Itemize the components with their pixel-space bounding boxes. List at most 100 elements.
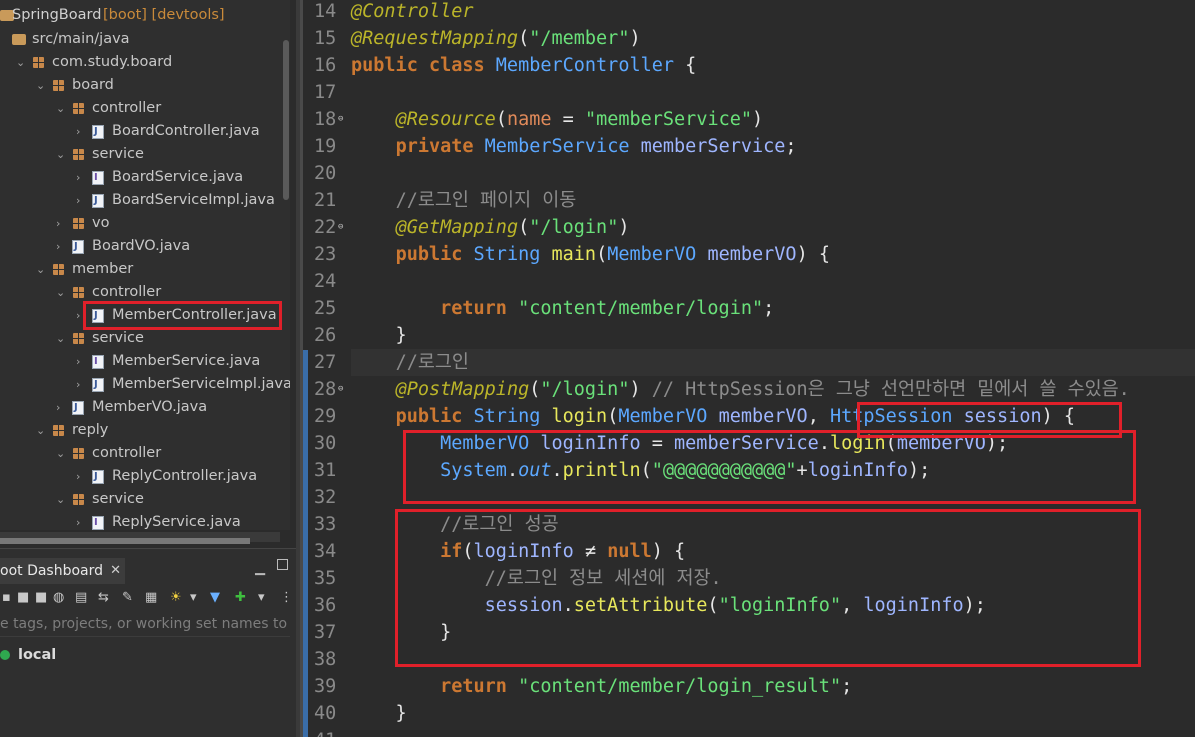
chevron-right-icon[interactable]: › bbox=[76, 465, 88, 488]
code-token: memberVO bbox=[718, 406, 808, 427]
annotation-box-login-call bbox=[403, 430, 1136, 504]
tree-item-label: controller bbox=[92, 445, 162, 461]
fold-toggle-icon[interactable]: ⊖ bbox=[338, 214, 343, 241]
chevron-down-icon[interactable]: ⌄ bbox=[56, 327, 68, 350]
line-number: 33 bbox=[314, 514, 337, 535]
lightbulb-icon[interactable]: ☀ bbox=[170, 590, 182, 606]
change-marker-stripe bbox=[303, 350, 308, 737]
line-number: 24 bbox=[314, 271, 337, 292]
chevron-down-icon[interactable]: ⌄ bbox=[56, 143, 68, 166]
code-token: ( bbox=[529, 379, 541, 400]
code-token: ) bbox=[629, 28, 641, 49]
chevron-right-icon[interactable]: › bbox=[76, 166, 88, 189]
chevron-right-icon[interactable]: › bbox=[76, 511, 88, 530]
code-token: ( bbox=[607, 406, 619, 427]
add-icon[interactable]: ✚ bbox=[235, 590, 246, 606]
code-editor[interactable]: 14 @Controller 15 @RequestMapping("/member"… bbox=[303, 0, 1195, 737]
code-text: } bbox=[351, 700, 407, 727]
stop-icon[interactable]: ■ bbox=[35, 590, 47, 606]
java-file-icon bbox=[72, 235, 84, 258]
chevron-down-icon[interactable]: ▾ bbox=[190, 590, 197, 606]
tree-item-label: BoardServiceImpl.java bbox=[112, 192, 275, 208]
edit-icon[interactable]: ✎ bbox=[122, 590, 133, 606]
chevron-down-icon[interactable]: ⌄ bbox=[36, 419, 48, 442]
chevron-down-icon[interactable]: ⌄ bbox=[56, 488, 68, 511]
tree-item-label: ReplyController.java bbox=[112, 468, 258, 484]
filter-icon[interactable]: ▼ bbox=[210, 590, 220, 606]
line-number: 21 bbox=[314, 190, 337, 211]
java-file-icon bbox=[72, 396, 84, 419]
package-icon bbox=[72, 217, 85, 230]
start-icon[interactable]: ▪ bbox=[2, 590, 11, 606]
restart-icon[interactable]: ■ bbox=[17, 590, 29, 606]
current-line-highlight bbox=[351, 349, 1195, 376]
chevron-right-icon[interactable]: › bbox=[56, 396, 68, 419]
dashboard-filter-input[interactable]: e tags, projects, or working set names t… bbox=[0, 612, 290, 637]
chevron-down-icon[interactable]: ⌄ bbox=[56, 281, 68, 304]
chevron-right-icon[interactable]: › bbox=[76, 120, 88, 143]
source-folder-icon bbox=[12, 34, 26, 45]
maximize-icon[interactable] bbox=[277, 559, 288, 570]
chevron-down-icon[interactable]: › bbox=[56, 212, 68, 235]
code-token: ( bbox=[518, 217, 530, 238]
chevron-right-icon[interactable]: › bbox=[76, 373, 88, 396]
code-token: String bbox=[473, 406, 552, 427]
more-icon[interactable]: ⋮ bbox=[280, 590, 293, 606]
minimize-icon[interactable]: ▁ bbox=[255, 561, 265, 576]
tree-item-label: MemberService.java bbox=[112, 353, 261, 369]
code-token: ) bbox=[752, 109, 764, 130]
dashboard-toolbar: ▪ ■ ■ ◍ ▤ ⇆ ✎ ▦ ☀ ▾ ▼ ✚ ▾ ⋮ bbox=[0, 586, 296, 610]
code-token: ; bbox=[763, 298, 775, 319]
code-token: String bbox=[473, 244, 552, 265]
code-token: memberVO bbox=[707, 244, 797, 265]
line-number: 19 bbox=[314, 136, 337, 157]
line-number: 23 bbox=[314, 244, 337, 265]
line-number: 36 bbox=[314, 595, 337, 616]
explorer-scrollbar[interactable] bbox=[283, 40, 289, 200]
chevron-down-icon[interactable]: ⌄ bbox=[16, 51, 28, 74]
code-text: @Controller bbox=[351, 0, 474, 25]
fold-toggle-icon[interactable]: ⊖ bbox=[338, 376, 343, 403]
code-token: } bbox=[351, 325, 407, 346]
tree-item-label: service bbox=[92, 330, 144, 346]
chevron-down-icon[interactable]: ⌄ bbox=[36, 74, 48, 97]
explorer-hscroll-thumb[interactable] bbox=[0, 538, 250, 544]
code-token: ( bbox=[518, 28, 530, 49]
fold-toggle-icon[interactable]: ⊖ bbox=[338, 106, 343, 133]
chevron-down-icon[interactable]: ⌄ bbox=[56, 442, 68, 465]
code-token: { bbox=[674, 55, 697, 76]
tree-item-label: BoardController.java bbox=[112, 123, 260, 139]
local-target[interactable]: local bbox=[0, 644, 56, 666]
close-icon[interactable]: ✕ bbox=[110, 558, 121, 584]
relaunch-icon[interactable]: ⇆ bbox=[98, 590, 109, 606]
chevron-down-icon[interactable]: ⌄ bbox=[56, 97, 68, 120]
code-token: } bbox=[351, 703, 407, 724]
tree-item-label: BoardVO.java bbox=[92, 238, 191, 254]
code-token: @Resource bbox=[395, 109, 496, 130]
open-console-icon[interactable]: ▤ bbox=[75, 590, 87, 606]
interface-file-icon bbox=[92, 511, 104, 530]
project-tags: [boot] [devtools] bbox=[103, 7, 225, 23]
line-number: 27 bbox=[314, 352, 337, 373]
open-browser-icon[interactable]: ◍ bbox=[53, 590, 64, 606]
chevron-right-icon[interactable]: › bbox=[56, 235, 68, 258]
properties-icon[interactable]: ▦ bbox=[145, 590, 157, 606]
code-token: login bbox=[551, 406, 608, 427]
chevron-right-icon[interactable]: › bbox=[76, 350, 88, 373]
tree-item-label: reply bbox=[72, 422, 109, 438]
package-icon bbox=[72, 102, 85, 115]
chevron-right-icon[interactable]: › bbox=[76, 189, 88, 212]
tree-item-label: ReplyService.java bbox=[112, 514, 241, 530]
package-icon bbox=[52, 79, 65, 92]
local-label: local bbox=[18, 647, 57, 663]
chevron-down-icon[interactable]: ⌄ bbox=[36, 258, 48, 281]
tree-item-label: com.study.board bbox=[52, 54, 173, 70]
code-text: @Resource(name = "memberService") bbox=[351, 106, 764, 133]
tree-item-label: member bbox=[72, 261, 134, 277]
tab-boot-dashboard[interactable]: oot Dashboard ✕ bbox=[0, 558, 126, 584]
dropdown-icon[interactable]: ▾ bbox=[258, 590, 265, 606]
code-token: name bbox=[506, 109, 552, 130]
